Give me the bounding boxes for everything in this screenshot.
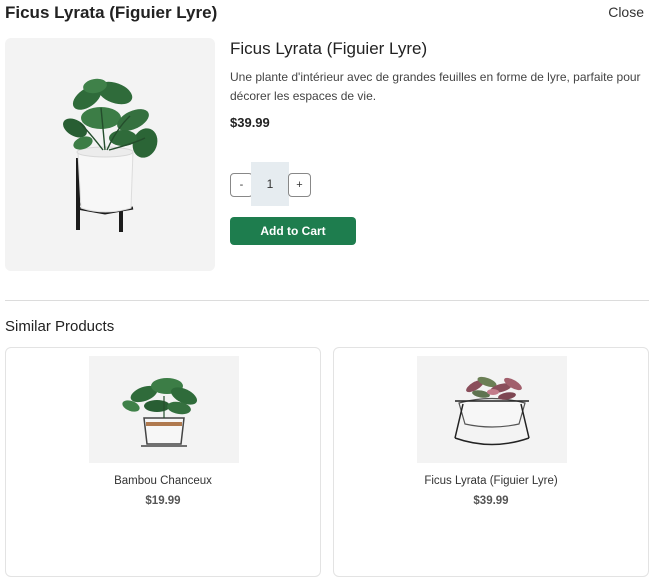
similar-products-heading: Similar Products [5,318,115,335]
product-image [5,38,215,271]
similar-product-name: Ficus Lyrata (Figuier Lyre) [424,475,558,487]
quantity-input[interactable]: 1 [251,162,289,206]
similar-product-card[interactable]: Ficus Lyrata (Figuier Lyre) $39.99 [333,347,649,577]
similar-product-image [89,356,239,463]
modal-title: Ficus Lyrata (Figuier Lyre) [5,3,218,22]
similar-product-image [417,356,567,463]
add-to-cart-button[interactable]: Add to Cart [230,217,356,245]
product-description: Une plante d'intérieur avec de grandes f… [230,70,641,103]
increment-button[interactable]: + [288,173,311,197]
close-button[interactable]: Close [608,4,644,20]
similar-product-price: $19.99 [145,495,181,507]
small-plant-illustration [122,378,198,447]
product-title: Ficus Lyrata (Figuier Lyre) [230,39,428,58]
similar-product-price: $39.99 [473,495,509,507]
succulent-planter-illustration [454,376,530,446]
decrement-button[interactable]: - [230,173,253,197]
similar-product-name: Bambou Chanceux [114,475,212,487]
similar-product-card[interactable]: Bambou Chanceux $19.99 [5,347,321,577]
potted-plant-illustration [63,78,158,232]
section-divider [5,300,649,301]
product-price: $39.99 [230,115,270,130]
